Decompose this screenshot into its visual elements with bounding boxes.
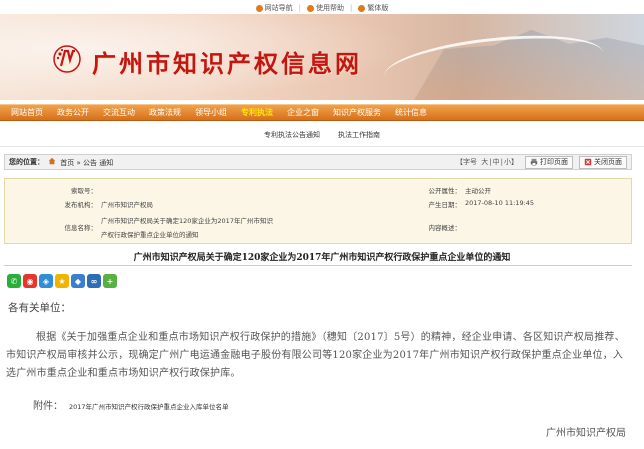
close-icon (584, 158, 592, 166)
subnav-enforcement-guide[interactable]: 执法工作指南 (338, 130, 380, 140)
salutation: 各有关单位： (8, 302, 71, 314)
info-name-value-line1: 广州市知识产权局关于确定120家企业为2017年广州市知识 (101, 217, 273, 225)
page: 网站导航 | 使用帮助 | 繁体版 广州市知识产权信息网 网站首页 政务公开 交… (0, 0, 644, 449)
breadcrumb: 首页 » 公告 通知 (48, 157, 113, 168)
nav-leadership-group[interactable]: 领导小组 (188, 107, 234, 118)
help-icon (307, 4, 314, 12)
help-link[interactable]: 使用帮助 (307, 3, 344, 13)
info-name-value-line2: 产权行政保护重点企业单位的通知 (101, 231, 199, 239)
date-value: 2017-08-10 11:19:45 (465, 199, 535, 207)
summary-label: 内容概述： (428, 224, 462, 232)
renren-icon[interactable]: ∞ (87, 274, 101, 288)
location-actions: 【字号 大|中|小】 打印页面 关闭页面 (455, 155, 627, 169)
nav-enterprise-window[interactable]: 企业之窗 (280, 107, 326, 118)
home-icon (48, 157, 56, 164)
nav-ip-services[interactable]: 知识产权服务 (326, 107, 388, 118)
site-title: 广州市知识产权信息网 (92, 49, 362, 78)
attachment-link[interactable]: 2017年广州市知识产权行政保护重点企业入库单位名单 (69, 403, 229, 411)
breadcrumb-subcategory[interactable]: 通知 (99, 159, 113, 167)
article-paragraph: 根据《关于加强重点企业和重点市场知识产权行政保护的措施》（穗知〔2017〕5号）… (6, 332, 625, 379)
share-bar: ✆ ◉ ◈ ★ ◆ ∞ + (7, 274, 117, 288)
nav-government-affairs[interactable]: 政务公开 (50, 107, 96, 118)
sub-nav: 专利执法公告通知 执法工作指南 (0, 124, 644, 147)
nav-statistics[interactable]: 统计信息 (388, 107, 434, 118)
weibo-icon[interactable]: ◉ (23, 274, 37, 288)
printer-icon (530, 158, 538, 166)
document-info-box: 索取号： 发布机构： 广州市知识产权局 信息名称： 广州市知识产权局关于确定12… (4, 178, 632, 244)
site-nav-icon (255, 4, 263, 12)
site-nav-link[interactable]: 网站导航 (255, 3, 293, 13)
publisher-label: 发布机构： (64, 201, 98, 209)
print-button[interactable]: 打印页面 (525, 155, 573, 169)
font-large-option[interactable]: 大 (481, 158, 488, 166)
disclosure-label: 公开属性： (428, 187, 462, 195)
traditional-chinese-link[interactable]: 繁体版 (358, 3, 388, 13)
traditional-chinese-icon (358, 4, 366, 12)
divider (4, 265, 632, 266)
info-name-label: 信息名称： (64, 224, 98, 232)
nav-patent-enforcement[interactable]: 专利执法 (234, 107, 280, 118)
font-size-selector: 【字号 大|中|小】 (456, 158, 518, 166)
more-share-icon[interactable]: + (103, 274, 117, 288)
breadcrumb-separator: » (76, 158, 81, 167)
disclosure-value: 主动公开 (465, 187, 491, 195)
close-page-button[interactable]: 关闭页面 (579, 155, 627, 169)
qzone-icon[interactable]: ★ (55, 274, 69, 288)
nav-policies[interactable]: 政策法规 (142, 107, 188, 118)
qq-icon[interactable]: ◆ (71, 274, 85, 288)
font-medium-option[interactable]: 中 (493, 158, 500, 166)
nav-home[interactable]: 网站首页 (4, 107, 50, 118)
article-title: 广州市知识产权局关于确定120家企业为2017年广州市知识产权行政保护重点企业单… (133, 253, 511, 263)
font-small-option[interactable]: 小】 (504, 158, 518, 166)
signer: 广州市知识产权局 (546, 428, 626, 439)
attachment-line: 附件： 2017年广州市知识产权行政保护重点企业入库单位名单 (33, 397, 229, 412)
date-label: 产生日期： (428, 201, 462, 209)
ip-office-logo-icon (53, 45, 81, 73)
attachment-label: 附件： (33, 401, 63, 412)
main-nav: 网站首页 政务公开 交流互动 政策法规 领导小组 专利执法 企业之窗 知识产权服… (0, 104, 644, 121)
breadcrumb-home[interactable]: 首页 (60, 159, 74, 167)
nav-interaction[interactable]: 交流互动 (96, 107, 142, 118)
wechat-icon[interactable]: ✆ (7, 274, 21, 288)
index-label: 索取号： (71, 187, 97, 195)
site-banner: 广州市知识产权信息网 (0, 14, 644, 100)
tencent-weibo-icon[interactable]: ◈ (39, 274, 53, 288)
subnav-enforcement-notices[interactable]: 专利执法公告通知 (264, 130, 320, 140)
location-label: 您的位置： (9, 158, 44, 166)
publisher-value: 广州市知识产权局 (101, 201, 153, 209)
location-bar: 您的位置： 首页 » 公告 通知 【字号 大|中|小】 打印页面 关闭页面 (4, 154, 632, 170)
breadcrumb-notice[interactable]: 公告 (83, 159, 97, 167)
